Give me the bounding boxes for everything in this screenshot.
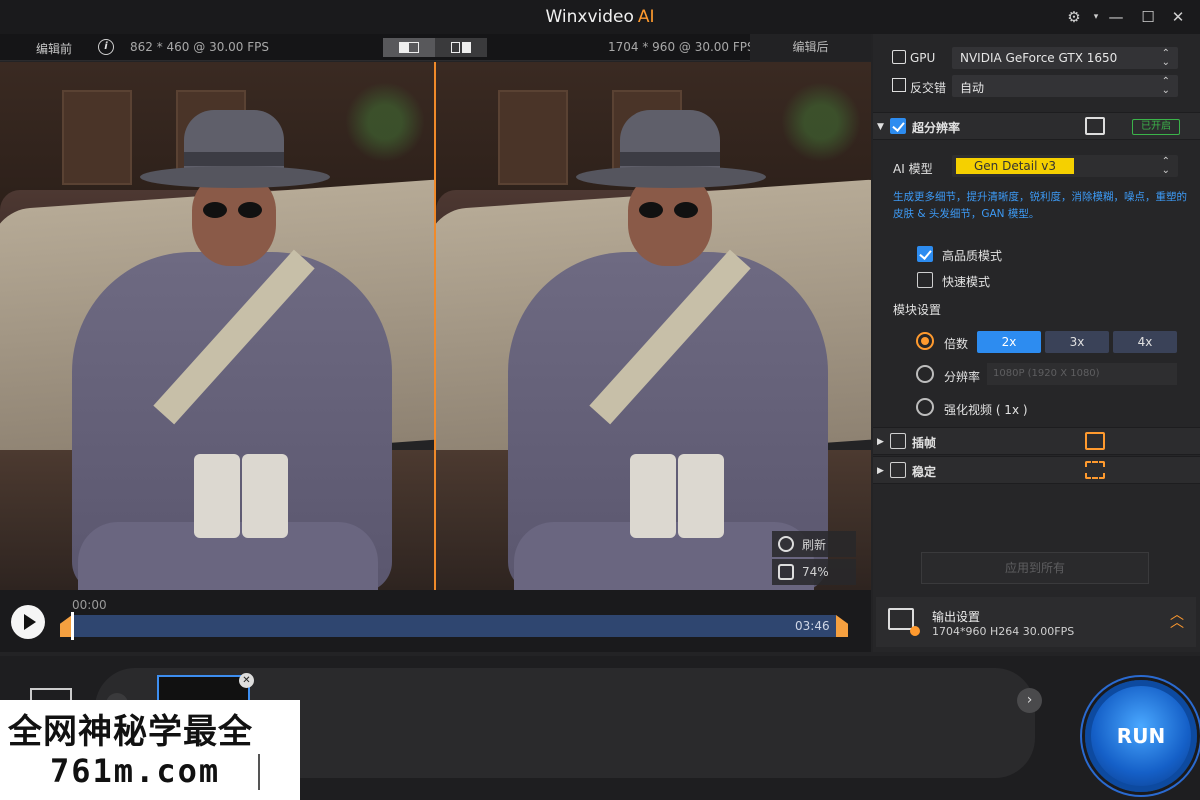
scale-3x-button[interactable]: 3x	[1045, 331, 1109, 353]
next-clip-button[interactable]: ›	[1017, 688, 1042, 713]
camera-icon[interactable]	[1085, 461, 1105, 479]
single-view-button[interactable]	[383, 38, 435, 57]
output-settings-icon	[888, 608, 920, 636]
minimize-button[interactable]: —	[1104, 6, 1128, 28]
output-meta: 1704*960 H264 30.00FPS	[932, 625, 1075, 638]
chevron-updown-icon: ⌃ ⌄	[1161, 76, 1170, 96]
scale-label: 倍数	[944, 337, 969, 351]
deinterlace-icon	[892, 78, 906, 92]
before-info: 862 * 460 @ 30.00 FPS	[130, 40, 269, 54]
zoom-icon	[778, 564, 794, 580]
timeline-start: 00:00	[72, 598, 107, 612]
split-view-button[interactable]	[435, 38, 487, 57]
gpu-label: GPU	[910, 51, 936, 65]
scale-4x-button[interactable]: 4x	[1113, 331, 1177, 353]
app-title: Winxvideo AI	[545, 7, 655, 27]
deinterlace-select[interactable]: 自动 ⌃ ⌄	[952, 75, 1178, 97]
split-view-icon	[451, 42, 471, 53]
video-before	[0, 62, 434, 590]
resolution-label: 分辨率	[944, 370, 981, 384]
watermark: 全网神秘学最全 761m.com	[0, 700, 300, 800]
stab-label: 稳定	[912, 465, 937, 479]
resize-icon[interactable]	[1085, 117, 1105, 135]
interp-checkbox[interactable]	[890, 433, 906, 449]
superres-checkbox[interactable]	[890, 118, 906, 134]
chevron-up-icon[interactable]: ︿ ︿	[1170, 608, 1184, 630]
gpu-icon	[892, 50, 906, 64]
video-after	[436, 62, 871, 590]
chevron-updown-icon: ⌃ ⌄	[1161, 156, 1170, 176]
run-button[interactable]: RUN	[1085, 680, 1197, 792]
app-window: Winxvideo AI ⚙ ▾ — ☐ ✕ 编辑前 i 862 * 460 @ …	[0, 0, 1200, 800]
hq-mode-label: 高品质模式	[942, 249, 1003, 263]
enhance-label: 强化视频 ( 1x )	[944, 403, 1028, 417]
after-info: 1704 * 960 @ 30.00 FPS	[608, 40, 755, 54]
scale-radio[interactable]	[916, 332, 934, 350]
interp-label: 插帧	[912, 436, 937, 450]
before-label: 编辑前	[36, 42, 73, 56]
hq-mode-checkbox[interactable]	[917, 246, 933, 262]
stab-checkbox[interactable]	[890, 462, 906, 478]
interp-header[interactable]: ▶ 插帧	[873, 427, 1200, 455]
expand-triangle-icon[interactable]: ▼	[877, 122, 884, 132]
superres-label: 超分辨率	[912, 121, 961, 135]
remove-clip-icon[interactable]: ✕	[239, 673, 254, 688]
scale-2x-button[interactable]: 2x	[977, 331, 1041, 353]
stab-header[interactable]: ▶ 稳定	[873, 456, 1200, 484]
frames-icon[interactable]	[1085, 432, 1105, 450]
expand-triangle-icon[interactable]: ▶	[877, 437, 884, 447]
view-mode-toggle[interactable]	[383, 38, 487, 57]
mode-settings-label: 模块设置	[893, 303, 942, 317]
gear-icon[interactable]: ⚙	[1062, 6, 1086, 28]
maximize-button[interactable]: ☐	[1136, 6, 1160, 28]
playhead[interactable]	[71, 612, 74, 640]
refresh-button[interactable]: 刷新	[772, 531, 856, 557]
enhance-radio[interactable]	[916, 398, 934, 416]
model-select[interactable]: Gen Detail v3 ⌃ ⌄	[952, 155, 1178, 177]
gpu-select[interactable]: NVIDIA GeForce GTX 1650 ⌃ ⌄	[952, 47, 1178, 69]
model-label: AI 模型	[893, 162, 933, 176]
refresh-icon	[778, 536, 794, 552]
fast-mode-checkbox[interactable]	[917, 272, 933, 288]
apply-all-button[interactable]: 应用到所有	[921, 552, 1149, 584]
close-button[interactable]: ✕	[1166, 6, 1190, 28]
title-bar: Winxvideo AI ⚙ ▾ — ☐ ✕	[0, 0, 1200, 34]
timeline-end: 03:46	[795, 619, 830, 633]
fast-mode-label: 快速模式	[942, 275, 991, 289]
play-button[interactable]	[11, 605, 45, 639]
enabled-badge: 已开启	[1132, 119, 1180, 135]
timeline-track[interactable]	[71, 615, 836, 637]
settings-panel: GPU NVIDIA GeForce GTX 1650 ⌃ ⌄ 反交错 自动 ⌃ ⌄ ▼…	[873, 34, 1200, 652]
info-icon[interactable]: i	[98, 39, 114, 55]
preview-header: 编辑前 i 862 * 460 @ 30.00 FPS 1704 * 960 @…	[0, 34, 871, 61]
zoom-button[interactable]: 74%	[772, 559, 856, 585]
output-settings[interactable]: 输出设置 1704*960 H264 30.00FPS ︿ ︿	[876, 597, 1196, 647]
output-title: 输出设置	[932, 610, 981, 624]
chevron-updown-icon: ⌃ ⌄	[1161, 48, 1170, 68]
single-view-icon	[399, 42, 419, 53]
after-label: 编辑后	[750, 34, 871, 61]
deinterlace-label: 反交错	[910, 81, 947, 95]
expand-triangle-icon[interactable]: ▶	[877, 466, 884, 476]
resolution-select[interactable]: 1080P (1920 X 1080)	[987, 363, 1177, 385]
resolution-radio[interactable]	[916, 365, 934, 383]
model-description: 生成更多细节，提升清晰度，锐利度，消除模糊，噪点，重塑的皮肤 & 头发细节，GA…	[893, 191, 1187, 220]
